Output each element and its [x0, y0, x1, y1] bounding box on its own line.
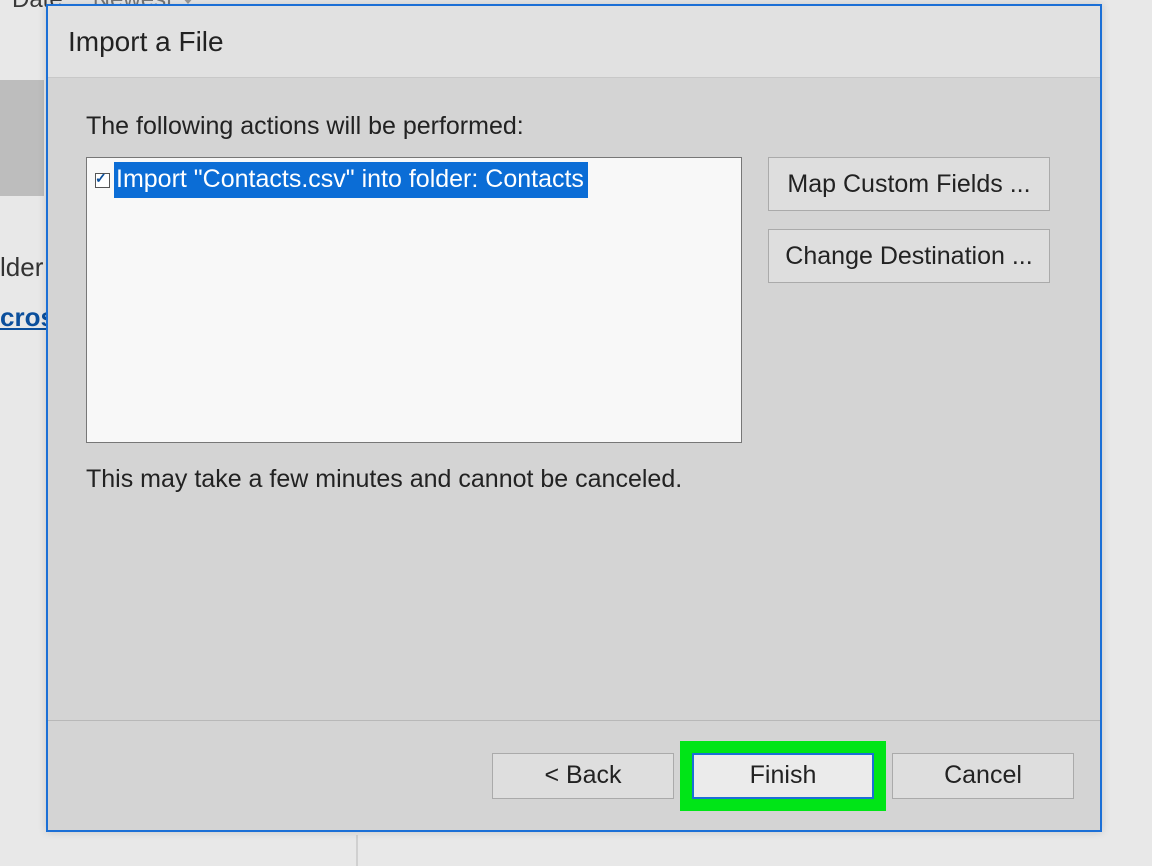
content-row: Import "Contacts.csv" into folder: Conta…: [86, 157, 1062, 443]
import-checkbox[interactable]: [95, 173, 110, 188]
background-text-folder: lder: [0, 252, 43, 283]
background-sidebar-block: [0, 80, 44, 196]
back-button[interactable]: < Back: [492, 753, 674, 799]
actions-listbox[interactable]: Import "Contacts.csv" into folder: Conta…: [86, 157, 742, 443]
map-custom-fields-button[interactable]: Map Custom Fields ...: [768, 157, 1050, 211]
dialog-body: The following actions will be performed:…: [48, 78, 1100, 720]
finish-button[interactable]: Finish: [692, 753, 874, 799]
dialog-title: Import a File: [68, 26, 224, 58]
actions-prompt: The following actions will be performed:: [86, 112, 1062, 141]
finish-highlight: Finish: [680, 741, 886, 811]
warning-text: This may take a few minutes and cannot b…: [86, 465, 1062, 494]
cancel-button[interactable]: Cancel: [892, 753, 1074, 799]
side-buttons: Map Custom Fields ... Change Destination…: [768, 157, 1050, 283]
import-item-label: Import "Contacts.csv" into folder: Conta…: [114, 162, 588, 198]
dialog-titlebar: Import a File: [48, 6, 1100, 78]
background-divider: [356, 835, 358, 866]
list-item[interactable]: Import "Contacts.csv" into folder: Conta…: [91, 162, 737, 198]
dialog-footer: < Back Finish Cancel: [48, 720, 1100, 830]
import-file-dialog: Import a File The following actions will…: [46, 4, 1102, 832]
change-destination-button[interactable]: Change Destination ...: [768, 229, 1050, 283]
